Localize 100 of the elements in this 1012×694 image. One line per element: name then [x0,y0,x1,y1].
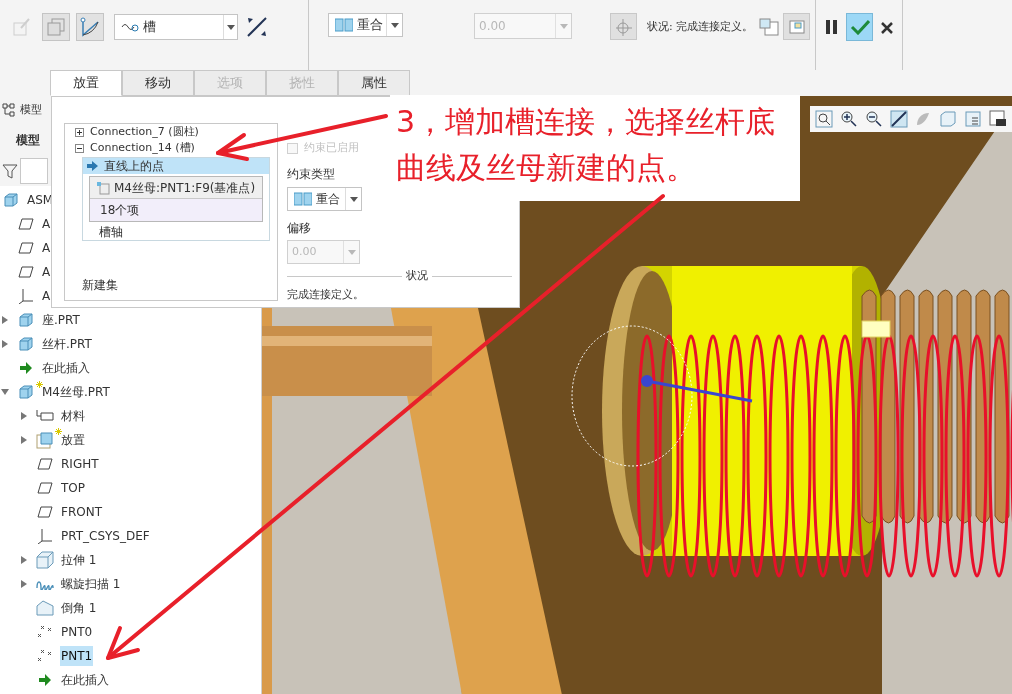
close-icon[interactable] [881,22,894,34]
tree-item[interactable]: 在此插入 [60,670,110,690]
extrude-icon [36,551,54,569]
cube-icon [36,431,54,449]
collapse-box-icon[interactable] [75,143,84,153]
datum-points-icon [37,625,53,639]
caret-icon [349,196,358,202]
expanded-triangle-icon[interactable] [1,388,9,396]
panel-title: 模型 [20,101,42,118]
tree-item[interactable]: FRONT [60,502,103,522]
caret-icon [390,22,399,28]
cube-icon [18,312,34,328]
tree-item[interactable]: 丝杆.PRT [41,334,93,354]
plane-icon [37,458,53,470]
tree-item[interactable]: RIGHT [60,454,100,474]
separate-window-icon[interactable] [759,18,780,36]
dropdown-value: 重合 [357,16,384,35]
tree-item[interactable]: 材料 [60,406,86,426]
view-list-icon[interactable] [963,110,982,128]
coincident-icon [335,18,353,32]
dropdown-value: 槽 [143,18,157,37]
collapsed-triangle-icon[interactable] [1,316,9,324]
connection-item[interactable]: Connection_14 (槽) [90,139,195,157]
csys-icon [37,528,53,544]
panel-subtitle: 模型 [16,132,40,149]
plane-icon [18,218,34,230]
constraint-type-dropdown[interactable]: 重合 [328,13,403,37]
caret-icon [559,23,568,29]
tree-item[interactable]: A [41,286,52,306]
field-value: 0.00 [292,243,318,260]
tree-item[interactable]: 在此插入 [41,358,91,378]
collapsed-triangle-icon[interactable] [20,580,28,588]
window-toggle-button[interactable] [783,13,811,40]
plane-icon [18,266,34,278]
collapsed-triangle-icon[interactable] [20,412,28,420]
tool-button[interactable] [76,13,104,41]
tree-icon [2,103,16,117]
plane-icon [37,482,53,494]
tree-item[interactable]: PRT_CSYS_DEF [60,526,151,546]
caret-icon [226,24,235,30]
section-heading: 状况 [405,268,429,284]
camera-icon[interactable] [988,110,1007,128]
datum-point-icon [96,180,110,195]
tree-item[interactable]: M4丝母.PRT [41,382,111,402]
filter-field[interactable] [20,158,48,184]
tab[interactable]: 移动 [122,70,194,96]
tree-item[interactable]: PNT0 [60,622,94,642]
connection-item[interactable]: Connection_7 (圆柱) [90,123,199,141]
confirm-button[interactable] [846,13,874,41]
insert-arrow-icon [20,362,32,374]
coil-icon [36,578,54,590]
zoom-area-icon[interactable] [815,110,834,128]
caret-icon [347,249,356,255]
flip-arrows-icon[interactable] [246,16,268,38]
tab[interactable]: 属性 [338,70,410,96]
pause-icon[interactable] [826,20,839,34]
zoom-in-icon[interactable] [840,110,859,128]
tree-item[interactable]: 拉伸 1 [60,550,98,570]
constraint-type-dropdown[interactable]: 重合 [287,187,362,211]
cube-icon [18,336,34,352]
reference-item[interactable]: M4丝母:PNT1:F9(基准点) [90,177,262,199]
filter-icon[interactable] [2,163,18,179]
tree-item[interactable]: 放置 [60,430,86,450]
tree-item[interactable]: PNT1 [60,646,94,666]
checkbox-label: 约束已启用 [304,139,359,156]
tree-item[interactable]: A [41,262,52,282]
status-message: 完成连接定义。 [287,286,364,303]
reference-item[interactable]: 18个项 [90,199,262,221]
annotation-callout: 3，增加槽连接，选择丝杆底曲线及丝母新建的点。 [390,95,800,201]
tree-item[interactable]: A [41,238,52,258]
checkmark-icon [849,19,870,35]
tree-item[interactable]: 螺旋扫描 1 [60,574,122,594]
field-label: 约束类型 [287,166,335,183]
tab[interactable]: 放置 [50,70,122,96]
slot-wave-icon [121,21,139,33]
cube-icon [3,192,19,208]
new-set-link[interactable]: 新建集 [82,276,277,294]
expand-box-icon[interactable] [75,127,84,137]
collapsed-triangle-icon[interactable] [20,436,28,444]
collapsed-triangle-icon[interactable] [20,556,28,564]
chamfer-icon [36,600,54,616]
status-text: 状况: 完成连接定义。 [647,19,754,35]
edit-icon [13,18,31,36]
window-icon [788,19,805,34]
refit-icon[interactable] [889,110,908,128]
constraint-item[interactable]: 直线上的点 [83,158,269,174]
csys-icon [18,288,34,304]
drag-handle-button[interactable] [610,13,637,40]
tree-item[interactable]: A [41,214,52,234]
tree-item[interactable]: 倒角 1 [60,598,98,618]
tree-item[interactable]: TOP [60,478,86,498]
field-label: 偏移 [287,220,311,237]
insert-arrow-icon [39,674,51,686]
move-crosshair-icon [613,16,634,37]
tree-item[interactable]: 座.PRT [41,310,81,330]
collapsed-triangle-icon[interactable] [1,340,9,348]
connection-type-dropdown[interactable]: 槽 [114,14,238,40]
plane-icon [37,506,53,518]
overlap-squares-icon [47,18,65,36]
zoom-out-icon[interactable] [864,110,883,128]
